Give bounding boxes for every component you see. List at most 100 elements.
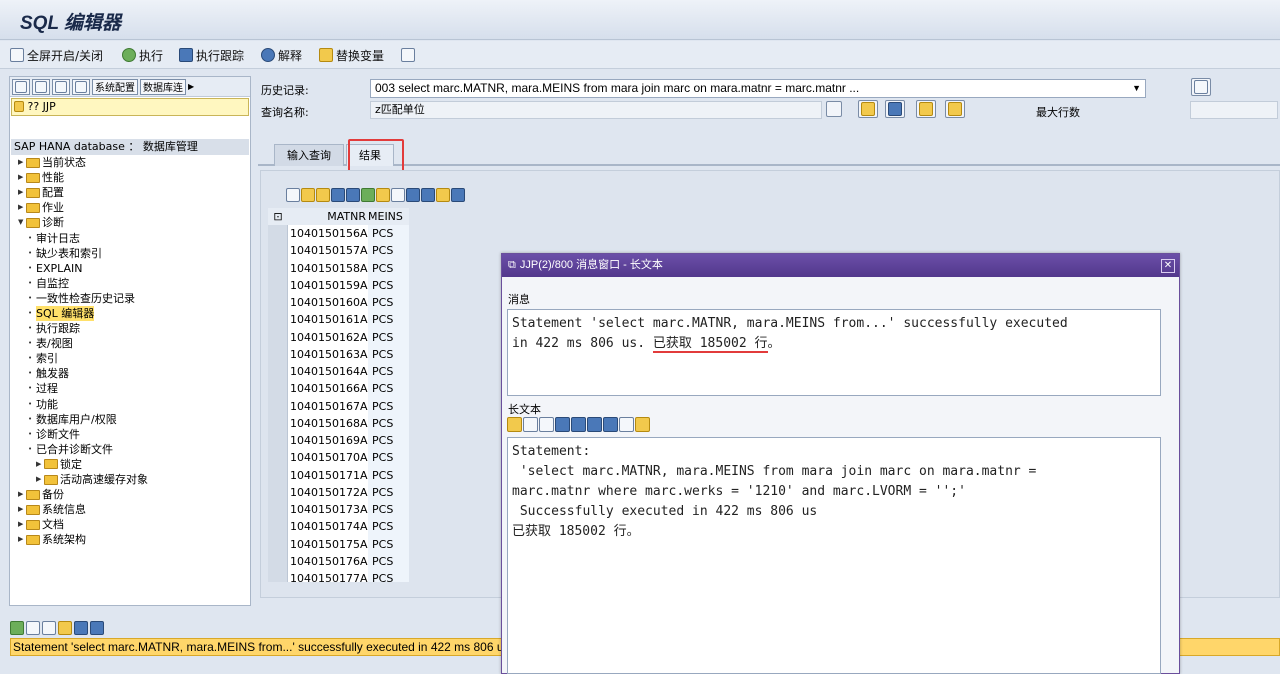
tree-node[interactable]: • 触发器 xyxy=(18,366,248,381)
copy-icon[interactable] xyxy=(523,417,538,432)
history-dropdown[interactable]: 003 select marc.MATNR, mara.MEINS from m… xyxy=(370,79,1146,98)
tree-node[interactable]: • 执行跟踪 xyxy=(18,321,248,336)
select-all-icon[interactable]: ⊡ xyxy=(268,208,288,225)
status-window-icon[interactable] xyxy=(26,621,40,635)
tree-node[interactable]: • 一致性检查历史记录 xyxy=(18,291,248,306)
expand-down-icon[interactable]: ▼ xyxy=(18,215,26,230)
table-row[interactable]: 1040150169A PCS xyxy=(268,432,409,450)
row-marker[interactable] xyxy=(268,552,288,570)
close-icon[interactable]: ✕ xyxy=(1161,259,1175,273)
column-header-matnr[interactable]: MATNR xyxy=(288,208,368,225)
table-row[interactable]: 1040150177A PCS xyxy=(268,570,409,582)
refresh-button[interactable] xyxy=(72,78,90,95)
cut-icon[interactable] xyxy=(507,417,522,432)
tree-node[interactable]: ▶ 备份 xyxy=(18,487,248,502)
tree-node[interactable]: • 诊断文件 xyxy=(18,427,248,442)
tree-node[interactable]: ▶ 系统信息 xyxy=(18,502,248,517)
row-marker[interactable] xyxy=(268,432,288,450)
tree-node[interactable]: ▶ 锁定 xyxy=(18,457,248,472)
sort-ascending-icon[interactable] xyxy=(301,188,315,202)
delete-history-button[interactable] xyxy=(1191,78,1211,96)
subtotal-icon[interactable] xyxy=(376,188,390,202)
max-rows-field[interactable] xyxy=(1190,101,1278,119)
row-marker[interactable] xyxy=(268,501,288,519)
status-tree-icon[interactable] xyxy=(10,621,24,635)
row-marker[interactable] xyxy=(268,311,288,329)
row-marker[interactable] xyxy=(268,483,288,501)
expand-right-icon[interactable]: ▶ xyxy=(18,517,26,532)
status-print-icon[interactable] xyxy=(90,621,104,635)
tree-node[interactable]: ▶ 系统架构 xyxy=(18,532,248,547)
favorite-button[interactable] xyxy=(916,100,936,118)
row-marker[interactable] xyxy=(268,363,288,381)
tree-node[interactable]: ▶ 作业 xyxy=(18,200,248,215)
expand-right-icon[interactable]: ▶ xyxy=(18,155,26,170)
tree-node[interactable]: ▶ 当前状态 xyxy=(18,155,248,170)
execution-trace-button[interactable]: 执行跟踪 xyxy=(179,46,244,64)
table-row[interactable]: 1040150159A PCS xyxy=(268,276,409,294)
layout-grid-icon[interactable] xyxy=(436,188,450,202)
row-marker[interactable] xyxy=(268,570,288,582)
expand-right-icon[interactable]: ▶ xyxy=(18,502,26,517)
table-row[interactable]: 1040150160A PCS xyxy=(268,294,409,312)
row-marker[interactable] xyxy=(268,259,288,277)
table-row[interactable]: 1040150170A PCS xyxy=(268,449,409,467)
table-row[interactable]: 1040150161A PCS xyxy=(268,311,409,329)
status-delete-icon[interactable] xyxy=(74,621,88,635)
row-marker[interactable] xyxy=(268,242,288,260)
table-row[interactable]: 1040150156A PCS xyxy=(268,225,409,243)
sum-icon[interactable] xyxy=(361,188,375,202)
tree-node[interactable]: ▶ 文档 xyxy=(18,517,248,532)
db-connection-button[interactable]: 数据库连 xyxy=(140,78,186,95)
sort-descending-icon[interactable] xyxy=(316,188,330,202)
row-marker[interactable] xyxy=(268,276,288,294)
export-text-icon[interactable] xyxy=(635,417,650,432)
row-marker[interactable] xyxy=(268,225,288,243)
find-text-icon[interactable] xyxy=(587,417,602,432)
dropdown-arrow-icon[interactable]: ▼ xyxy=(1132,80,1141,97)
load-query-button[interactable] xyxy=(858,100,878,118)
expand-right-icon[interactable]: ▶ xyxy=(18,487,26,502)
table-row[interactable]: 1040150173A PCS xyxy=(268,501,409,519)
find-next-icon[interactable] xyxy=(603,417,618,432)
paste-icon[interactable] xyxy=(539,417,554,432)
manage-queries-button[interactable] xyxy=(945,100,965,118)
tree-node[interactable]: • 数据库用户/权限 xyxy=(18,412,248,427)
tree-node[interactable]: • 过程 xyxy=(18,381,248,396)
row-marker[interactable] xyxy=(268,345,288,363)
info-icon[interactable] xyxy=(451,188,465,202)
row-marker[interactable] xyxy=(268,518,288,536)
table-row[interactable]: 1040150168A PCS xyxy=(268,414,409,432)
table-row[interactable]: 1040150163A PCS xyxy=(268,345,409,363)
row-marker[interactable] xyxy=(268,397,288,415)
expand-right-icon[interactable]: ▶ xyxy=(18,185,26,200)
tree-node[interactable]: • 索引 xyxy=(18,351,248,366)
column-header-meins[interactable]: MEINS xyxy=(368,208,409,225)
table-row[interactable]: 1040150158A PCS xyxy=(268,259,409,277)
chevron-right-icon[interactable]: ▶ xyxy=(188,82,194,91)
table-row[interactable]: 1040150172A PCS xyxy=(268,483,409,501)
filter-button[interactable] xyxy=(32,78,50,95)
execute-button[interactable]: 执行 xyxy=(122,46,163,64)
table-row[interactable]: 1040150176A PCS xyxy=(268,552,409,570)
details-icon[interactable] xyxy=(286,188,300,202)
expand-right-icon[interactable]: ▶ xyxy=(18,200,26,215)
layout-button[interactable] xyxy=(12,78,30,95)
tree-node[interactable]: ▶ 性能 xyxy=(18,170,248,185)
system-selector[interactable]: ?? JJP xyxy=(11,98,249,116)
tree-node[interactable]: • SQL 编辑器 xyxy=(18,305,248,321)
tree-node[interactable]: • 表/视图 xyxy=(18,336,248,351)
export-icon[interactable] xyxy=(421,188,435,202)
tab-input-query[interactable]: 输入查询 xyxy=(274,144,344,166)
row-marker[interactable] xyxy=(268,328,288,346)
tree-node[interactable]: • EXPLAIN xyxy=(18,261,248,276)
table-row[interactable]: 1040150175A PCS xyxy=(268,535,409,553)
save-query-button[interactable] xyxy=(885,100,905,118)
tree-node[interactable]: ▼ 诊断 xyxy=(18,215,248,230)
expand-right-icon[interactable]: ▶ xyxy=(18,532,26,547)
table-row[interactable]: 1040150166A PCS xyxy=(268,380,409,398)
tree-node[interactable]: • 审计日志 xyxy=(18,230,248,245)
undo-icon[interactable] xyxy=(555,417,570,432)
row-marker[interactable] xyxy=(268,535,288,553)
query-name-field[interactable]: z匹配单位 xyxy=(370,101,822,119)
